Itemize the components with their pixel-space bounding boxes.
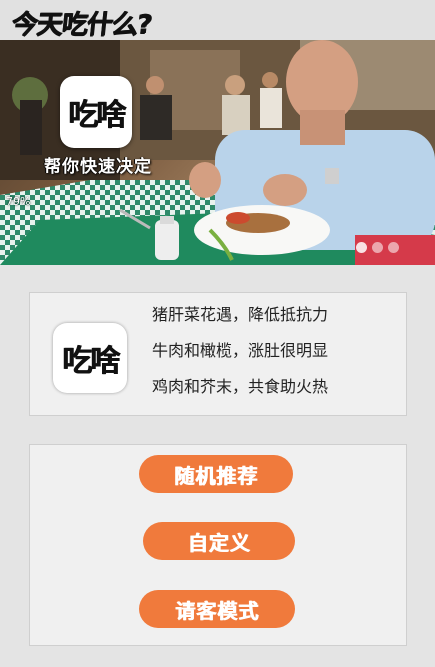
action-panel: 随机推荐 自定义 请客模式 xyxy=(29,444,407,646)
banner-app-logo: 吃啥 xyxy=(60,76,132,148)
app-title: 今天吃什么? xyxy=(10,10,153,40)
tip-line: 猪肝菜花遇，降低抵抗力 xyxy=(152,305,329,324)
food-tips-card: 吃啥 猪肝菜花遇，降低抵抗力 牛肉和橄榄，涨肚很明显 鸡肉和芥末，共食助火热 xyxy=(29,292,407,416)
tip-line: 鸡肉和芥末，共食助火热 xyxy=(152,377,329,396)
banner-slogan: 帮你快速决定 xyxy=(44,157,152,177)
banner-progress: 79% xyxy=(6,195,31,208)
banner-logo-text: 吃啥 xyxy=(68,98,126,133)
title-bar: 今天吃什么? xyxy=(0,0,435,40)
carousel-dot[interactable] xyxy=(388,242,399,253)
random-recommend-button[interactable]: 随机推荐 xyxy=(139,455,293,493)
banner-carousel[interactable]: 吃啥 帮你快速决定 79% xyxy=(0,40,435,265)
carousel-dot[interactable] xyxy=(356,242,367,253)
carousel-dot[interactable] xyxy=(372,242,383,253)
treat-mode-button[interactable]: 请客模式 xyxy=(139,590,295,628)
logo-text: 吃啥 xyxy=(62,344,120,379)
tips-list: 猪肝菜花遇，降低抵抗力 牛肉和橄榄，涨肚很明显 鸡肉和芥末，共食助火热 xyxy=(152,305,328,413)
carousel-indicator[interactable] xyxy=(356,242,399,253)
tip-line: 牛肉和橄榄，涨肚很明显 xyxy=(152,341,329,360)
custom-button[interactable]: 自定义 xyxy=(143,522,295,560)
app-logo: 吃啥 xyxy=(53,323,127,393)
